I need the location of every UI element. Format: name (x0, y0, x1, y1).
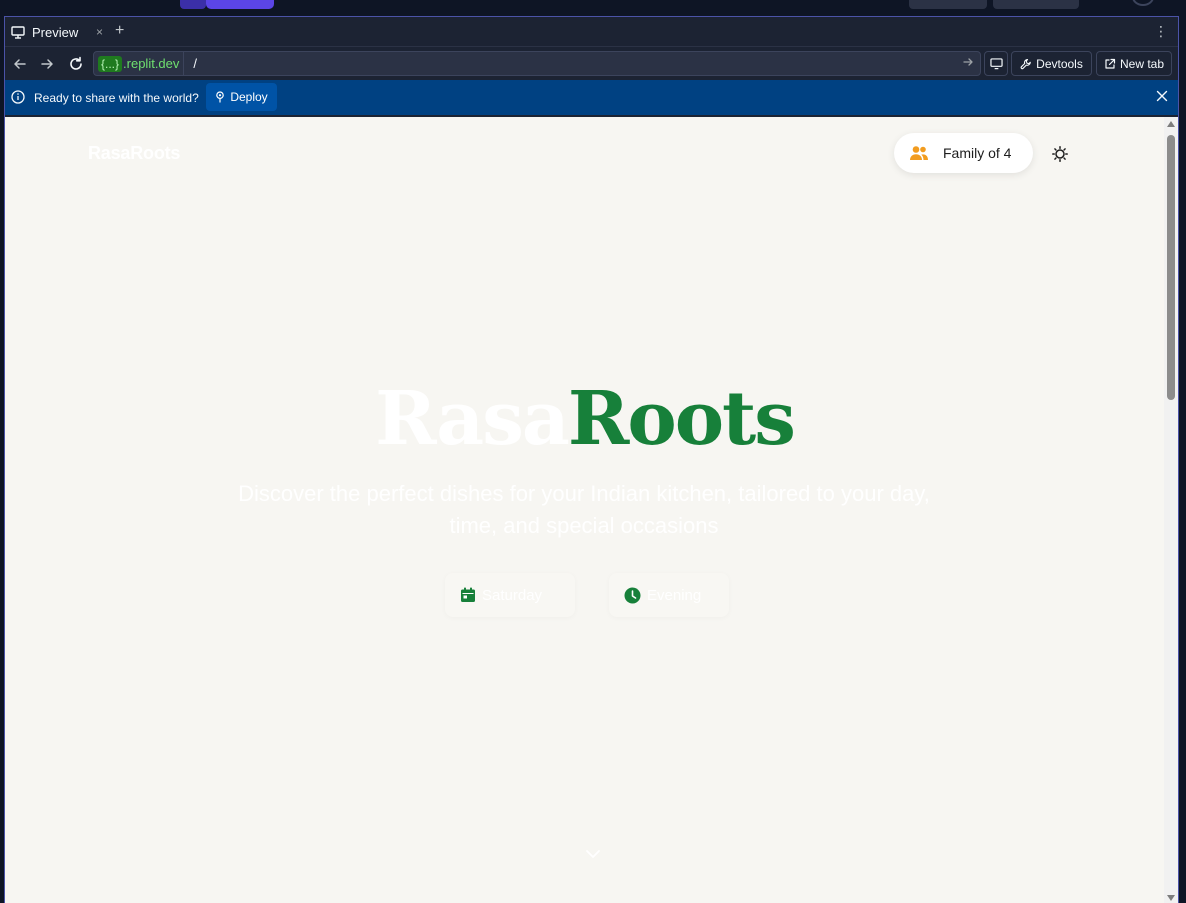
more-menu-button[interactable]: ⋮ (1154, 23, 1168, 40)
open-new-tab-button[interactable]: New tab (1096, 51, 1172, 76)
external-link-icon (1105, 58, 1116, 69)
chevron-down-icon[interactable] (585, 849, 601, 859)
new-tab-label: New tab (1119, 56, 1165, 71)
deploy-message: Ready to share with the world? (34, 91, 199, 105)
host-badge: {...} (98, 55, 123, 72)
close-tab-button[interactable]: × (96, 25, 103, 39)
tab-bar: Preview × + ⋮ (5, 17, 1178, 47)
pin-icon (216, 91, 225, 103)
theme-toggle-button[interactable] (1051, 145, 1069, 163)
scroll-up-arrow[interactable] (1167, 121, 1175, 127)
clock-icon (624, 587, 641, 603)
toolbar-button-partial[interactable] (909, 0, 987, 9)
device-preview-button[interactable] (984, 51, 1008, 76)
deploy-banner: Ready to share with the world? Deploy (5, 80, 1178, 115)
go-arrow-icon[interactable] (962, 56, 974, 68)
day-label: Saturday (482, 586, 543, 604)
family-size-button[interactable]: Family of 4 (894, 133, 1033, 173)
family-size-label: Family of 4 (943, 145, 1012, 161)
back-button[interactable] (11, 55, 29, 73)
avatar[interactable] (1132, 0, 1154, 6)
time-selector[interactable]: Evening (609, 573, 729, 617)
devtools-label: Devtools (1036, 56, 1083, 71)
url-bar: {...} .replit.dev / Devtools New tab (5, 47, 1178, 80)
url-host: {...} .replit.dev (94, 52, 185, 75)
new-tab-button[interactable]: + (115, 23, 124, 39)
forward-arrow-icon (41, 59, 53, 69)
url-input[interactable]: {...} .replit.dev / (93, 51, 981, 76)
scrollbar-thumb[interactable] (1167, 135, 1175, 400)
tab-preview[interactable]: Preview × (5, 17, 105, 47)
scroll-down-arrow[interactable] (1167, 895, 1175, 901)
day-selector[interactable]: Saturday (445, 573, 575, 617)
hero-title: RasaRoots (5, 379, 1164, 459)
url-path: / (193, 56, 198, 71)
hero-title-rasa: Rasa (375, 376, 570, 462)
tab-label: Preview (32, 24, 79, 40)
wrench-icon (1020, 58, 1032, 69)
toolbar-button-partial[interactable] (993, 0, 1079, 9)
hero-title-roots: Roots (567, 376, 796, 462)
monitor-icon (989, 57, 1003, 69)
deploy-label: Deploy (230, 90, 268, 104)
sun-icon (1052, 146, 1068, 162)
users-icon (910, 146, 928, 160)
host-domain: .replit.dev (123, 56, 180, 71)
calendar-icon (461, 587, 475, 602)
deploy-button[interactable]: Deploy (206, 83, 277, 111)
monitor-icon (11, 25, 25, 39)
back-arrow-icon (14, 59, 26, 69)
scrollbar[interactable] (1164, 117, 1178, 903)
top-strip (0, 0, 1186, 16)
forward-button[interactable] (38, 55, 56, 73)
reload-icon (70, 56, 82, 70)
hero-subtitle: Discover the perfect dishes for your Ind… (238, 481, 930, 538)
brand-logo[interactable]: RasaRoots (88, 143, 180, 164)
close-icon[interactable] (1156, 90, 1168, 102)
reload-button[interactable] (67, 55, 85, 73)
app-viewport: RasaRoots Family of 4 RasaRoots Discover… (5, 117, 1178, 903)
devtools-button[interactable]: Devtools (1011, 51, 1092, 76)
preview-panel: Preview × + ⋮ {...} .replit.dev / Devtoo… (4, 16, 1179, 903)
time-label: Evening (647, 586, 702, 604)
workspace-button-partial[interactable] (180, 0, 206, 9)
info-icon (11, 90, 25, 104)
run-button-partial[interactable] (206, 0, 274, 9)
